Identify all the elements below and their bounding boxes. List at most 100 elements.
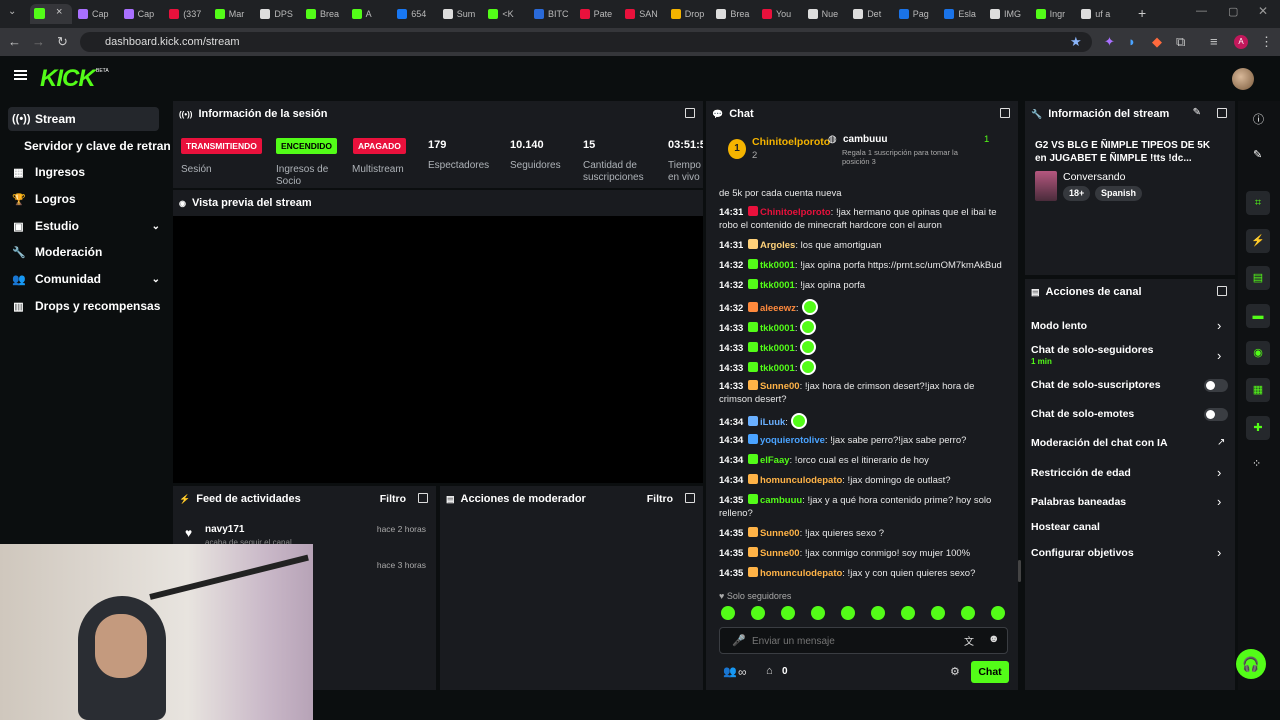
browser-tab[interactable]: Det (853, 5, 893, 23)
sidebar-item-server-key[interactable]: Servidor y clave de retransm (24, 134, 170, 158)
sidebar-item-drops[interactable]: ▥ Drops y recompensas (12, 294, 160, 318)
browser-tab[interactable]: <K (488, 5, 528, 23)
profile-avatar[interactable]: A (1234, 35, 1248, 49)
browser-tab[interactable]: Pate (579, 5, 620, 23)
chat-username[interactable]: Chinitoelporoto (760, 207, 831, 218)
slow-mode-row[interactable]: Modo lento (1031, 320, 1087, 332)
emote-icon[interactable] (931, 606, 945, 620)
popout-icon[interactable] (685, 493, 695, 503)
chat-username[interactable]: iLuuk (760, 417, 785, 428)
chat-username[interactable]: tkk0001 (760, 260, 795, 271)
browser-tab[interactable]: Brea (306, 5, 346, 23)
browser-tab[interactable]: Ingr (1035, 5, 1076, 23)
chat-input-box[interactable]: 🎤 文 ☻ (719, 627, 1008, 654)
extension-icon[interactable]: ✦ (1104, 34, 1115, 50)
chat-username[interactable]: tkk0001 (760, 343, 795, 354)
chat-scrollbar[interactable] (1018, 560, 1021, 582)
popout-icon[interactable] (1217, 108, 1227, 118)
sidebar-item-community[interactable]: 👥 Comunidad ⌄ (12, 267, 160, 291)
browser-tab[interactable]: Drop (670, 5, 711, 23)
browser-tab[interactable]: DPS (260, 5, 300, 23)
tab-active[interactable]: × (30, 4, 72, 24)
chat-username[interactable]: Sunne00 (760, 548, 800, 559)
activity-user[interactable]: navy171 (205, 524, 244, 535)
chat-bubble-icon[interactable]: ▬ (1246, 304, 1270, 328)
settings-gear-icon[interactable]: ⚙ (950, 665, 960, 678)
chat-username[interactable]: homunculodepato (760, 568, 842, 579)
emote-icon[interactable] (751, 606, 765, 620)
popout-icon[interactable] (418, 493, 428, 503)
minimize-icon[interactable]: — (1196, 5, 1207, 17)
maximize-icon[interactable]: ▢ (1228, 5, 1238, 18)
emote-icon[interactable] (811, 606, 825, 620)
browser-tab[interactable]: Cap (123, 5, 164, 23)
browser-tab[interactable]: A (351, 5, 392, 23)
popout-icon[interactable] (1217, 286, 1227, 296)
subscribers-only-toggle[interactable] (1204, 379, 1228, 392)
support-headset-icon[interactable]: 🎧 (1236, 649, 1266, 679)
filter-button[interactable]: Filtro (380, 493, 406, 505)
close-window-icon[interactable]: ✕ (1258, 4, 1268, 18)
browser-tab[interactable]: BITC (534, 5, 574, 23)
sidebar-item-moderation[interactable]: 🔧 Moderación (12, 240, 102, 264)
emote-icon[interactable] (721, 606, 735, 620)
url-input[interactable]: dashboard.kick.com/stream (80, 32, 1092, 52)
hamburger-menu-icon[interactable] (14, 70, 27, 72)
chat-username[interactable]: Sunne00 (760, 528, 800, 539)
sidebar-item-achievements[interactable]: 🏆 Logros (12, 187, 76, 211)
user-avatar[interactable] (1232, 68, 1254, 90)
leaderboard-user[interactable]: cambuuu (843, 134, 887, 145)
age-restriction-row[interactable]: Restricción de edad (1031, 467, 1131, 479)
bolt-icon[interactable]: ⚡ (1246, 229, 1270, 253)
chat-username[interactable]: Argoles (760, 240, 795, 251)
microphone-icon[interactable]: 🎤 (732, 634, 746, 647)
new-tab-icon[interactable]: + (1138, 5, 1146, 21)
translate-icon[interactable]: 文 (964, 633, 974, 648)
emote-icon[interactable] (901, 606, 915, 620)
leaderboard-user[interactable]: Chinitoelporoto (752, 136, 830, 148)
filter-button[interactable]: Filtro (647, 493, 673, 505)
popout-icon[interactable] (1000, 108, 1010, 118)
browser-tab[interactable]: Brea (716, 5, 756, 23)
chat-username[interactable]: cambuuu (760, 495, 802, 506)
browser-tab[interactable]: 654 (397, 5, 437, 23)
chat-username[interactable]: tkk0001 (760, 323, 795, 334)
emote-icon[interactable] (961, 606, 975, 620)
chat-username[interactable]: homunculodepato (760, 475, 842, 486)
scan-icon[interactable]: ⌗ (1246, 191, 1270, 215)
chat-username[interactable]: yoquierotolive (760, 435, 825, 446)
chat-username[interactable]: tkk0001 (760, 280, 795, 291)
emotes-only-toggle[interactable] (1204, 408, 1228, 421)
bookmark-star-icon[interactable]: ★ (1070, 34, 1082, 50)
chat-username[interactable]: aleeewz (760, 303, 796, 314)
ai-moderation-row[interactable]: Moderación del chat con IA (1031, 437, 1168, 449)
extensions-puzzle-icon[interactable]: ⧉ (1176, 34, 1185, 50)
broadcast-icon[interactable]: ◉ (1246, 341, 1270, 365)
followers-only-row[interactable]: Chat de solo-seguidores (1031, 344, 1154, 356)
browser-tab[interactable]: Esla (944, 5, 984, 23)
close-tab-icon[interactable]: × (56, 6, 62, 18)
emote-icon[interactable] (871, 606, 885, 620)
send-chat-button[interactable]: Chat (971, 661, 1009, 683)
browser-tab[interactable]: Cap (78, 5, 118, 23)
kick-logo[interactable]: KICK (40, 65, 96, 93)
browser-tab[interactable]: Nue (807, 5, 848, 23)
category-thumbnail[interactable] (1035, 171, 1057, 201)
emote-icon[interactable] (781, 606, 795, 620)
chat-username[interactable]: Sunne00 (760, 381, 800, 392)
sidebar-item-income[interactable]: ▦ Ingresos (12, 160, 85, 184)
browser-tab[interactable]: (337 (169, 5, 209, 23)
browser-menu-icon[interactable]: ⋮ (1260, 34, 1273, 50)
forward-icon[interactable]: → (32, 34, 45, 50)
layout-icon[interactable]: ▦ (1246, 378, 1270, 402)
chat-username[interactable]: tkk0001 (760, 363, 795, 374)
browser-tab[interactable]: IMG (990, 5, 1030, 23)
reload-icon[interactable]: ↻ (57, 34, 68, 50)
set-goals-row[interactable]: Configurar objetivos (1031, 547, 1134, 559)
document-icon[interactable]: ▤ (1246, 266, 1270, 290)
browser-tab[interactable]: Sum (442, 5, 483, 23)
popout-icon[interactable] (685, 108, 695, 118)
browser-tab[interactable]: Mar (214, 5, 255, 23)
emote-icon[interactable] (841, 606, 855, 620)
banned-words-row[interactable]: Palabras baneadas (1031, 496, 1126, 508)
